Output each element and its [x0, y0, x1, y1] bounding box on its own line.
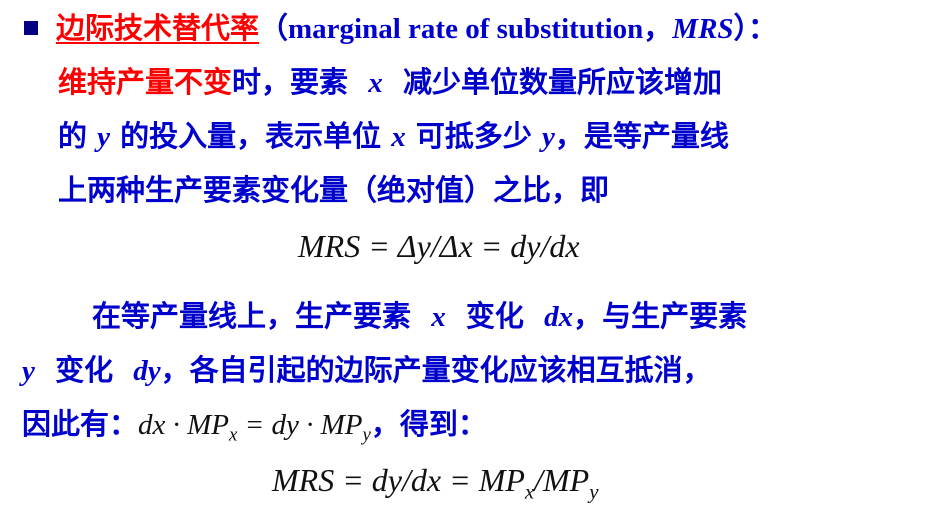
term-english: （marginal rate of substitution， — [259, 13, 673, 45]
paragraph-text: 因此有： — [22, 407, 139, 441]
paragraph-line-2: y 变化 dy，各自引起的边际产量变化应该相互抵消， — [22, 350, 712, 391]
paragraph-text: ，得到： — [370, 407, 487, 441]
paragraph-line-1: 在等产量线上，生产要素 x 变化 dx，与生产要素 — [92, 296, 747, 337]
definition-line-1: 维持产量不变时，要素 x 减少单位数量所应该增加 — [58, 62, 722, 103]
term-close: ）： — [733, 11, 778, 45]
var-dy: dy — [133, 355, 161, 387]
formula-mrs-mp: MRS = dy/dx = MPx/MPy — [272, 462, 598, 502]
definition-text: 的投入量，表示单位 — [120, 119, 382, 153]
marginal-product-equation: dx · MPx = dy · MPy — [138, 409, 371, 445]
var-dx: dx — [544, 301, 574, 333]
formula-part: /MP — [534, 462, 590, 498]
var-x: x — [391, 121, 406, 153]
heading-line: 边际技术替代率（marginal rate of substitution，MR… — [56, 8, 777, 49]
term-chinese: 边际技术替代率 — [56, 11, 260, 45]
definition-line-2: 的 y 的投入量，表示单位 x 可抵多少 y，是等产量线 — [58, 116, 729, 157]
watermark-mark — [707, 136, 894, 283]
definition-text: 时，要素 — [232, 65, 349, 99]
equation-part: dx · MP — [138, 409, 230, 441]
bullet-square-icon — [24, 21, 38, 35]
definition-text: 的 — [58, 119, 88, 153]
paragraph-text: 变化 — [465, 299, 524, 333]
paragraph-text: 变化 — [55, 353, 114, 387]
formula-part: MRS = dy/dx = MP — [272, 462, 525, 498]
var-x: x — [431, 301, 446, 333]
definition-text: 可抵多少 — [415, 119, 532, 153]
paragraph-text: 在等产量线上，生产要素 — [92, 299, 412, 333]
definition-highlight: 维持产量不变 — [58, 65, 233, 99]
paragraph-text: ，与生产要素 — [573, 299, 748, 333]
slide: 边际技术替代率（marginal rate of substitution，MR… — [0, 0, 932, 513]
var-y: y — [97, 121, 110, 153]
definition-text: ，是等产量线 — [554, 119, 729, 153]
subscript-x: x — [524, 480, 535, 504]
subscript-y: y — [362, 424, 371, 446]
definition-line-3: 上两种生产要素变化量（绝对值）之比，即 — [58, 170, 609, 210]
formula-mrs: MRS = Δy/Δx = dy/dx — [298, 228, 580, 264]
var-y: y — [541, 121, 555, 153]
var-x: x — [368, 67, 383, 99]
term-abbr: MRS — [672, 13, 734, 45]
definition-text: 减少单位数量所应该增加 — [402, 65, 722, 99]
subscript-y: y — [589, 480, 599, 504]
definition-text: 上两种生产要素变化量（绝对值）之比，即 — [58, 173, 610, 207]
paragraph-line-3: 因此有：dx · MPx = dy · MPy，得到： — [22, 404, 487, 445]
var-y: y — [22, 355, 35, 387]
equation-part: = dy · MP — [237, 409, 363, 441]
paragraph-text: ，各自引起的边际产量变化应该相互抵消， — [160, 353, 712, 387]
